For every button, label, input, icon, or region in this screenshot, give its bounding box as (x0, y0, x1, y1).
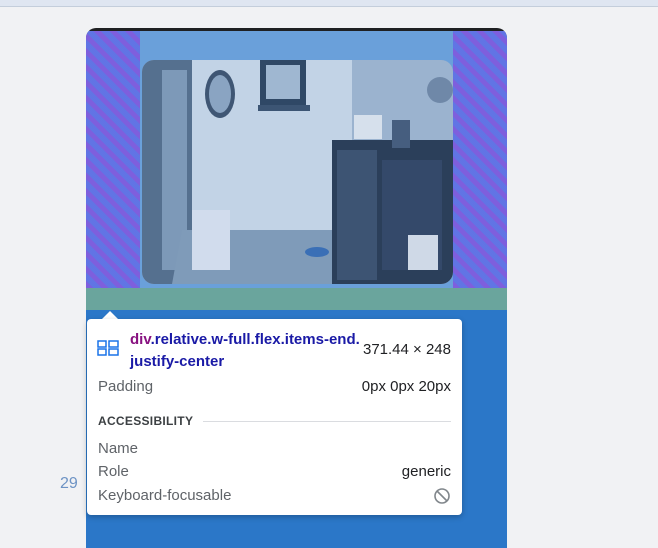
role-label: Role (98, 463, 129, 480)
padding-value: 0px 0px 20px (361, 378, 451, 395)
role-row: Role generic (98, 463, 451, 480)
keyboard-focusable-label: Keyboard-focusable (98, 487, 232, 504)
accessibility-section-heading: ACCESSIBILITY (98, 413, 451, 429)
padding-label: Padding (98, 378, 154, 395)
padding-overlay-left (86, 31, 140, 288)
element-dimensions: 371.44 × 248 (362, 341, 451, 358)
name-row: Name (98, 440, 451, 457)
margin-overlay (86, 288, 507, 310)
selector-tag: div (130, 331, 151, 348)
element-selector: div.relative.w-full.flex.items-end.justi… (130, 329, 360, 373)
padding-row: Padding 0px 0px 20px (98, 378, 451, 395)
inspect-tooltip: div.relative.w-full.flex.items-end.justi… (87, 319, 462, 515)
role-value: generic (401, 463, 451, 480)
section-divider (203, 420, 451, 422)
accessibility-heading-text: ACCESSIBILITY (98, 414, 194, 428)
flex-container-icon (97, 340, 119, 356)
selector-classes: .relative.w-full.flex.items-end.justify-… (130, 331, 360, 370)
entrance-hall-photo[interactable] (142, 60, 453, 284)
not-focusable-icon (434, 488, 450, 504)
keyboard-row: Keyboard-focusable (98, 487, 451, 505)
name-label: Name (98, 440, 139, 457)
photo-illustration (142, 60, 453, 284)
browser-top-bar (0, 0, 658, 7)
date-item[interactable]: 29 (60, 475, 78, 493)
padding-overlay-right (453, 31, 507, 288)
